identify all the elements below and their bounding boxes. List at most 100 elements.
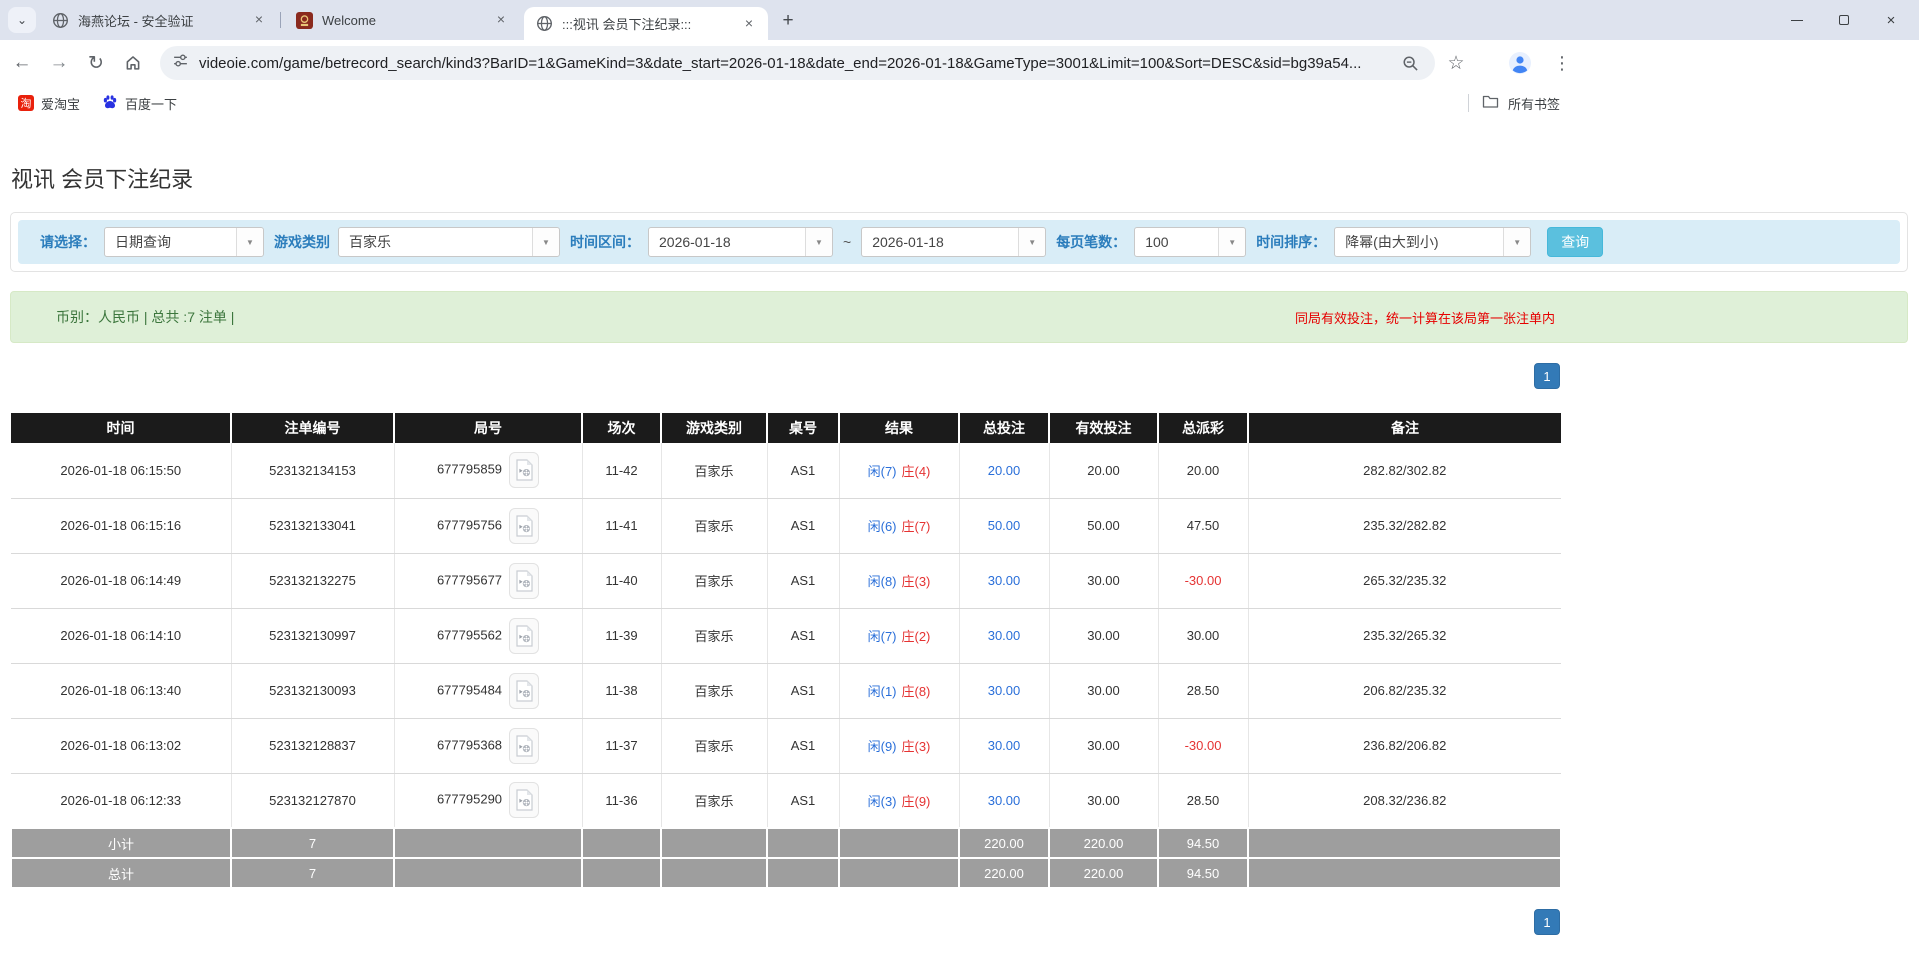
remark-cell: 206.82/235.32 [1248, 663, 1561, 718]
video-replay-button[interactable] [509, 452, 539, 488]
bet-no-cell: 523132127870 [231, 773, 394, 828]
round-no-cell: 677795562 [394, 608, 582, 663]
close-icon[interactable]: × [250, 11, 268, 29]
total-bet-link[interactable]: 30.00 [988, 628, 1021, 643]
all-bookmarks[interactable]: 所有书签 [1468, 94, 1560, 113]
remark-cell: 265.32/235.32 [1248, 553, 1561, 608]
video-replay-button[interactable] [509, 728, 539, 764]
col-game-type: 游戏类别 [661, 413, 767, 443]
date-start-select[interactable]: 2026-01-18 ▼ [648, 227, 833, 257]
close-window-button[interactable]: × [1881, 10, 1901, 30]
table-row: 2026-01-18 06:13:40 523132130093 6777954… [11, 663, 1561, 718]
payout-cell: 20.00 [1158, 443, 1248, 498]
game-type-select[interactable]: 百家乐 ▼ [338, 227, 560, 257]
bookmarks-bar: 淘 爱淘宝 百度一下 所有书签 [0, 86, 1919, 120]
round-no-value: 677795484 [437, 682, 502, 697]
chevron-down-icon: ▼ [805, 228, 832, 256]
round-no-cell: 677795290 [394, 773, 582, 828]
date-end-select[interactable]: 2026-01-18 ▼ [861, 227, 1046, 257]
game-type-cell: 百家乐 [661, 553, 767, 608]
remark-cell: 235.32/282.82 [1248, 498, 1561, 553]
date-start-value: 2026-01-18 [649, 228, 805, 256]
session-cell: 11-41 [582, 498, 661, 553]
col-payout: 总派彩 [1158, 413, 1248, 443]
video-replay-button[interactable] [509, 618, 539, 654]
remark-cell: 236.82/206.82 [1248, 718, 1561, 773]
table-row: 2026-01-18 06:15:50 523132134153 6777958… [11, 443, 1561, 498]
query-type-select[interactable]: 日期查询 ▼ [104, 227, 264, 257]
result-player: 闲(6) [868, 519, 897, 534]
total-bet-link[interactable]: 30.00 [988, 738, 1021, 753]
back-button[interactable]: ← [7, 48, 37, 78]
close-icon[interactable]: × [740, 15, 758, 33]
tab-haiyan-forum[interactable]: 海燕论坛 - 安全验证 × [40, 0, 278, 40]
forward-button[interactable]: → [44, 48, 74, 78]
total-bet-link[interactable]: 30.00 [988, 683, 1021, 698]
bet-no-cell: 523132130997 [231, 608, 394, 663]
total-bet-link[interactable]: 20.00 [988, 463, 1021, 478]
folder-icon [1482, 94, 1499, 112]
tab-title: Welcome [322, 13, 482, 28]
total-bet-cell: 30.00 [959, 553, 1049, 608]
time-sort-select[interactable]: 降幂(由大到小) ▼ [1334, 227, 1531, 257]
video-replay-button[interactable] [509, 782, 539, 818]
close-icon[interactable]: × [492, 11, 510, 29]
total-valid-bet: 220.00 [1049, 858, 1158, 888]
per-page-select[interactable]: 100 ▼ [1134, 227, 1246, 257]
reload-button[interactable]: ↻ [81, 48, 111, 78]
tab-search-button[interactable]: ⌄ [8, 7, 36, 33]
valid-bet-cell: 20.00 [1049, 443, 1158, 498]
page-1-button[interactable]: 1 [1534, 363, 1560, 389]
round-no-cell: 677795859 [394, 443, 582, 498]
subtotal-row: 小计 7 220.00 220.00 94.50 [11, 828, 1561, 858]
page-1-button[interactable]: 1 [1534, 909, 1560, 935]
maximize-button[interactable] [1834, 10, 1854, 30]
col-bet-no: 注单编号 [231, 413, 394, 443]
table-row: 2026-01-18 06:15:16 523132133041 6777957… [11, 498, 1561, 553]
total-bet-cell: 30.00 [959, 663, 1049, 718]
result-player: 闲(3) [868, 794, 897, 809]
zoom-indicator-icon[interactable] [1395, 48, 1425, 78]
bookmark-baidu[interactable]: 百度一下 [98, 91, 181, 115]
browser-menu-icon[interactable]: ⋮ [1547, 48, 1577, 78]
video-replay-button[interactable] [509, 673, 539, 709]
time-sort-value: 降幂(由大到小) [1335, 228, 1503, 256]
time-cell: 2026-01-18 06:14:49 [11, 553, 231, 608]
tab-title: 海燕论坛 - 安全验证 [78, 11, 240, 30]
search-button[interactable]: 查询 [1547, 227, 1603, 257]
subtotal-label: 小计 [11, 828, 231, 858]
select-type-label: 请选择： [40, 232, 96, 252]
session-cell: 11-36 [582, 773, 661, 828]
session-cell: 11-38 [582, 663, 661, 718]
new-tab-button[interactable]: + [776, 9, 800, 33]
bookmark-star-icon[interactable]: ☆ [1441, 48, 1471, 78]
tab-welcome[interactable]: Welcome × [284, 0, 520, 40]
table-header-row: 时间 注单编号 局号 场次 游戏类别 桌号 结果 总投注 有效投注 总派彩 备注 [11, 413, 1561, 443]
minimize-button[interactable] [1787, 10, 1807, 30]
total-bet-link[interactable]: 50.00 [988, 518, 1021, 533]
payout-cell: 47.50 [1158, 498, 1248, 553]
page-content: 视讯 会员下注纪录 请选择： 日期查询 ▼ 游戏类别 百家乐 ▼ 时间区间： 2… [0, 120, 1919, 935]
tab-bet-records-active[interactable]: :::视讯 会员下注纪录::: × [524, 7, 768, 40]
round-no-value: 677795368 [437, 737, 502, 752]
table-no-cell: AS1 [767, 498, 839, 553]
video-replay-button[interactable] [509, 563, 539, 599]
globe-icon [536, 15, 553, 32]
remark-cell: 235.32/265.32 [1248, 608, 1561, 663]
date-range-label: 时间区间： [570, 232, 640, 252]
table-no-cell: AS1 [767, 773, 839, 828]
col-remark: 备注 [1248, 413, 1561, 443]
total-bet-link[interactable]: 30.00 [988, 793, 1021, 808]
tab-divider [280, 12, 281, 28]
bookmark-aitaobao[interactable]: 淘 爱淘宝 [14, 91, 84, 115]
url-bar[interactable]: videoie.com/game/betrecord_search/kind3?… [160, 46, 1435, 80]
chevron-down-icon: ▼ [1503, 228, 1530, 256]
time-cell: 2026-01-18 06:14:10 [11, 608, 231, 663]
site-info-icon[interactable] [172, 52, 189, 74]
game-type-cell: 百家乐 [661, 663, 767, 718]
total-bet-link[interactable]: 30.00 [988, 573, 1021, 588]
video-replay-button[interactable] [509, 508, 539, 544]
profile-avatar[interactable] [1505, 48, 1535, 78]
home-button[interactable] [118, 48, 148, 78]
result-banker: 庄(3) [902, 739, 931, 754]
